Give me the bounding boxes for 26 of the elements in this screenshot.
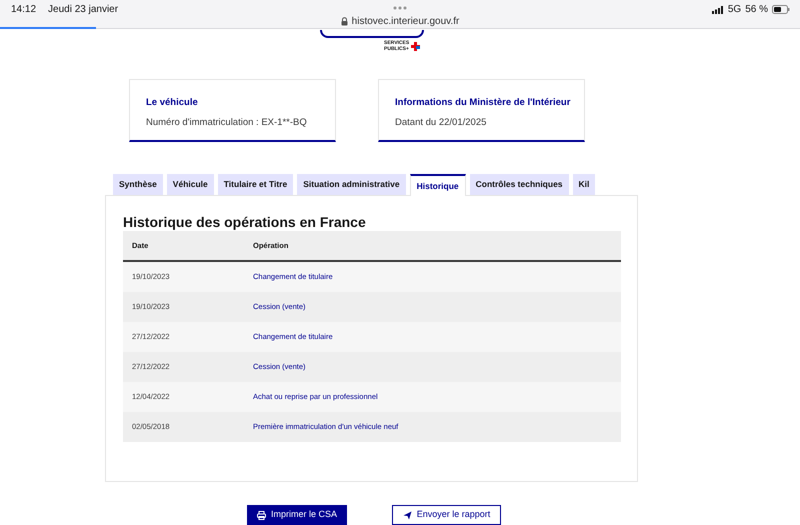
- tab[interactable]: Véhicule: [166, 174, 214, 195]
- send-button[interactable]: Envoyer le rapport: [392, 505, 501, 525]
- card-text: Datant du 22/01/2025: [395, 116, 488, 130]
- cross-icon: [411, 42, 420, 50]
- tab[interactable]: Contrôles techniques: [470, 174, 569, 195]
- signal-icon: [712, 6, 724, 14]
- tab[interactable]: Historique: [410, 174, 466, 196]
- print-button[interactable]: Imprimer le CSA: [247, 505, 347, 525]
- tab[interactable]: Situation administrative: [297, 174, 406, 195]
- card-text: Numéro d'immatriculation : EX-1**-BQ: [146, 116, 308, 130]
- tab[interactable]: Synthèse: [113, 174, 163, 195]
- printer-icon: [256, 510, 266, 520]
- tab[interactable]: Kil: [572, 174, 596, 195]
- tab[interactable]: Titulaire et Titre: [218, 174, 294, 195]
- lock-icon: [340, 17, 348, 26]
- status-time: 14:12: [11, 3, 36, 17]
- network-label: 5G: [728, 3, 742, 17]
- panel-title: Historique des opérations en France: [123, 213, 367, 231]
- card-title: Informations du Ministère de l'Intérieur: [395, 96, 568, 110]
- more-icon[interactable]: [393, 6, 407, 10]
- battery-label: 56 %: [745, 3, 768, 17]
- url-text[interactable]: histovec.interieur.gouv.fr: [352, 14, 460, 29]
- card-title: Le véhicule: [146, 96, 199, 110]
- send-icon: [402, 510, 412, 520]
- status-date: Jeudi 23 janvier: [48, 3, 118, 17]
- battery-icon: [772, 5, 790, 14]
